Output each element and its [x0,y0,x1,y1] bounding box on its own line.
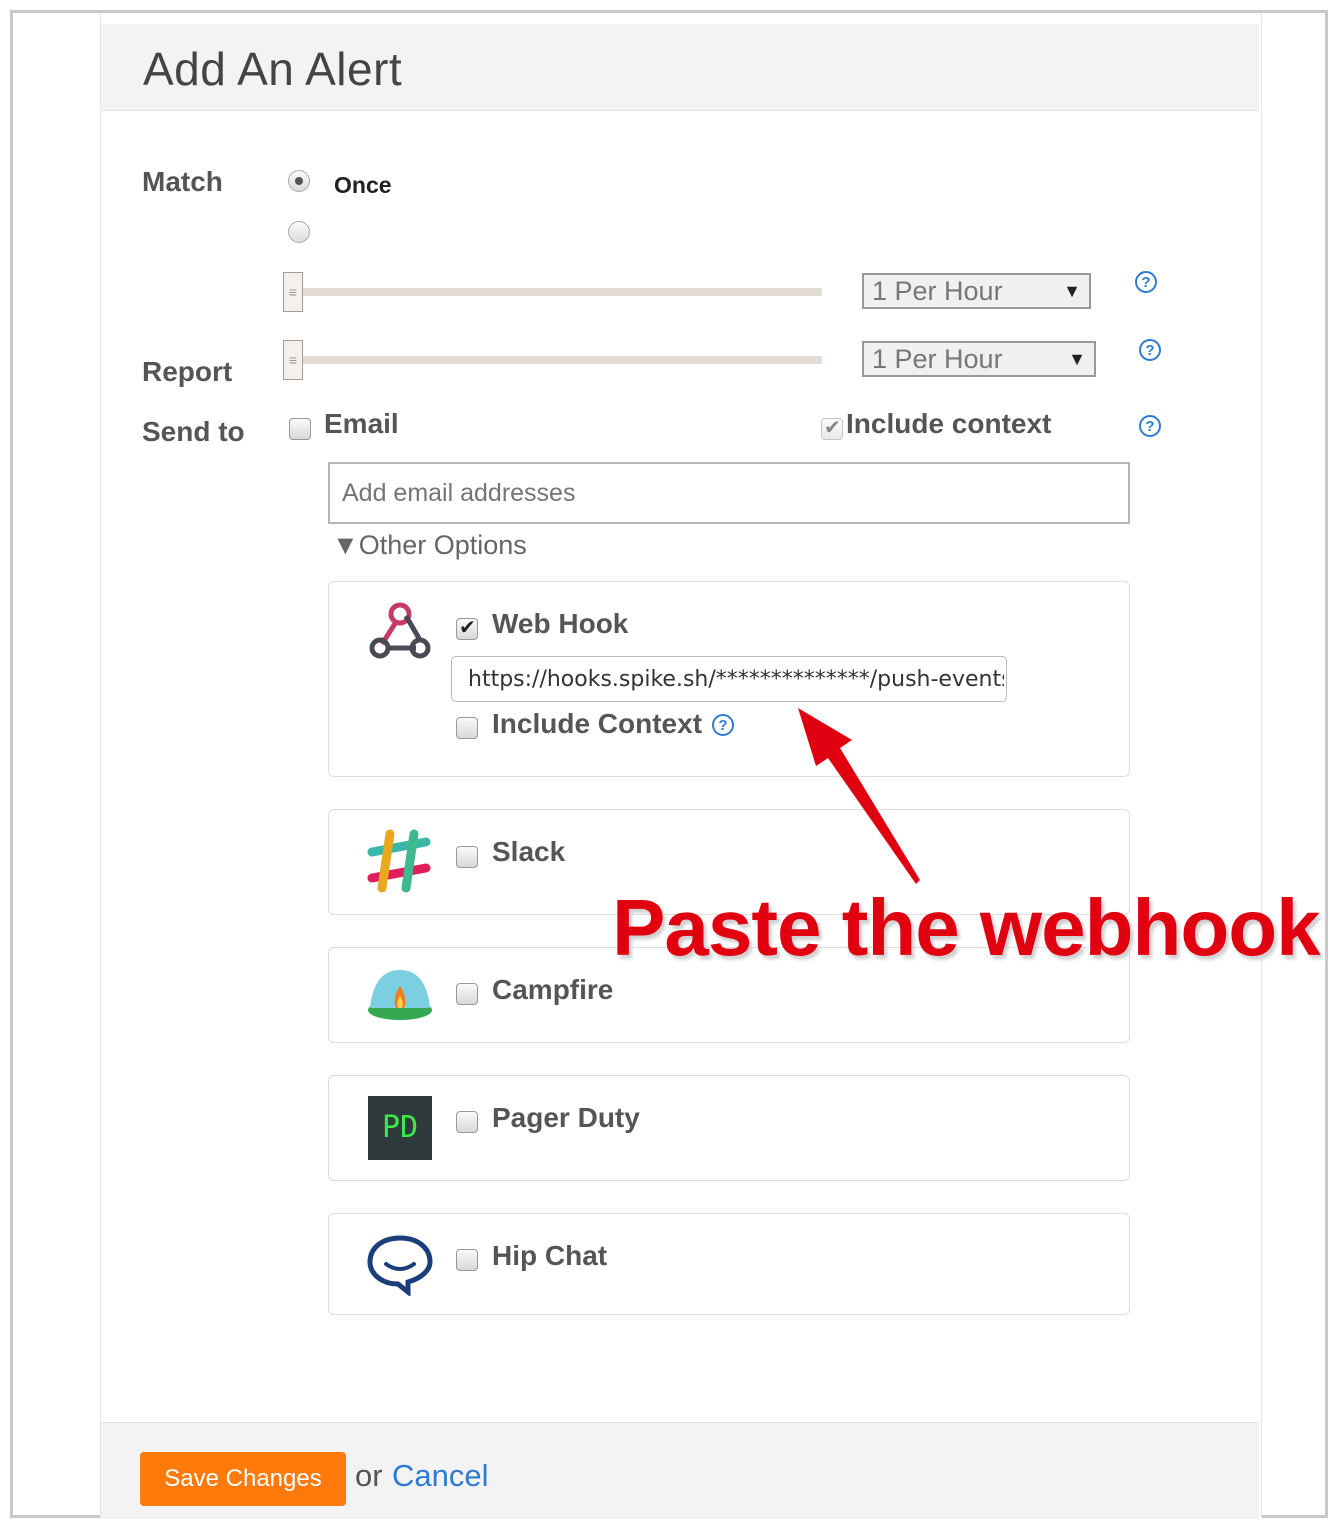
match-once-label: Once [334,172,392,198]
match-frequency-select[interactable]: 1 Per Hour ▼ [862,273,1091,309]
email-label: Email [324,408,399,439]
cancel-link[interactable]: Cancel [392,1458,489,1494]
slack-label: Slack [492,836,566,867]
include-context-label: Include context [846,408,1052,439]
webhook-label: Web Hook [492,608,629,639]
slack-checkbox[interactable] [456,846,478,868]
help-icon[interactable]: ? [1139,415,1161,437]
webhook-include-context-checkbox[interactable] [456,717,478,739]
report-frequency-value: 1 Per Hour [872,344,1003,374]
dropdown-arrow-icon: ▼ [1063,281,1081,301]
pagerduty-icon: PD [368,1096,432,1160]
campfire-icon [368,970,432,1020]
help-icon[interactable]: ? [1139,339,1161,361]
annotation-arrow [798,708,920,884]
email-checkbox[interactable] [289,418,311,440]
match-slider-track[interactable] [292,288,822,296]
pagerduty-card [328,1075,1130,1181]
report-slider-track[interactable] [292,356,822,364]
dropdown-arrow-icon: ▼ [1068,349,1086,369]
header: Add An Alert [101,24,1259,111]
include-context-checkbox[interactable] [821,415,843,440]
report-frequency-select[interactable]: 1 Per Hour ▼ [862,341,1096,377]
triangle-down-icon: ▼ [332,530,359,560]
webhook-checkbox[interactable] [456,615,478,640]
report-slider-handle[interactable]: ≡ [283,340,303,380]
page-title: Add An Alert [143,43,403,95]
other-options-toggle[interactable]: ▼Other Options [332,530,527,561]
help-icon[interactable]: ? [1135,271,1157,293]
annotation-text: Paste the webhook [612,883,1321,972]
pagerduty-icon-text: PD [381,1110,419,1145]
save-changes-button[interactable]: Save Changes [140,1452,346,1506]
hipchat-checkbox[interactable] [456,1249,478,1271]
match-once-radio[interactable] [288,170,310,192]
webhook-include-context-label: Include Context [492,708,703,739]
hipchat-card [328,1213,1130,1315]
webhook-url-input[interactable] [451,656,1007,702]
match-frequency-value: 1 Per Hour [872,276,1003,306]
email-addresses-input[interactable] [328,462,1130,524]
pagerduty-checkbox[interactable] [456,1111,478,1133]
report-label: Report [142,356,233,387]
pagerduty-label: Pager Duty [492,1102,640,1133]
help-icon[interactable]: ? [712,714,734,736]
slack-icon [367,829,431,893]
other-options-label: Other Options [358,530,527,560]
send-to-label: Send to [142,416,245,447]
hipchat-label: Hip Chat [492,1240,608,1271]
campfire-label: Campfire [492,974,614,1005]
hipchat-icon [367,1235,433,1296]
or-text: or [355,1458,383,1493]
match-label: Match [142,166,223,197]
campfire-checkbox[interactable] [456,983,478,1005]
match-slider-handle[interactable]: ≡ [283,272,303,312]
webhook-icon [369,602,431,659]
match-custom-radio[interactable] [288,221,310,243]
